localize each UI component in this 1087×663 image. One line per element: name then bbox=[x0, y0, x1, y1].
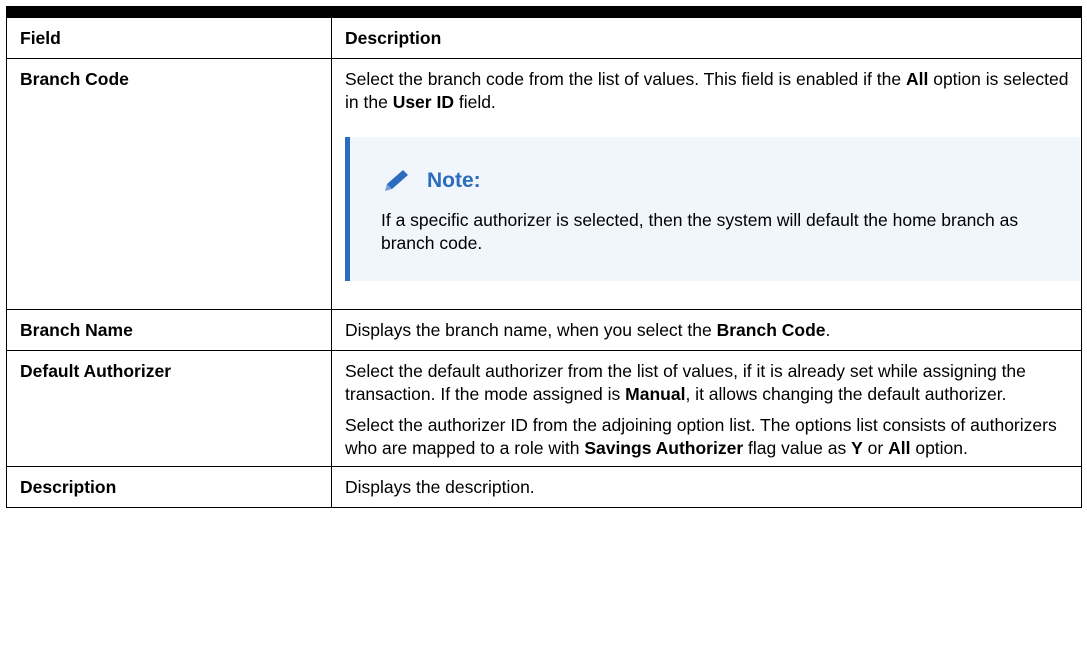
note-heading: Note: bbox=[381, 167, 1060, 193]
description-paragraph: Select the authorizer ID from the adjoin… bbox=[345, 414, 1075, 460]
description-text: flag value as bbox=[743, 438, 852, 458]
description-text: field. bbox=[453, 92, 496, 112]
table-row: Description Displays the description. bbox=[6, 466, 1082, 508]
description-text: . bbox=[825, 320, 831, 340]
description-emphasis: Manual bbox=[625, 384, 686, 404]
table-header-row: Field Description bbox=[6, 11, 1082, 59]
note-body: If a specific authorizer is selected, th… bbox=[381, 210, 1019, 253]
field-name: Branch Code bbox=[6, 58, 332, 310]
description-paragraph: Select the branch code from the list of … bbox=[345, 68, 1075, 114]
description-text: Displays the branch name, when you selec… bbox=[345, 320, 717, 340]
field-name: Branch Name bbox=[6, 309, 332, 351]
table-row: Branch Name Displays the branch name, wh… bbox=[6, 309, 1082, 351]
field-description: Select the branch code from the list of … bbox=[331, 58, 1082, 310]
description-emphasis: Y bbox=[851, 438, 863, 458]
field-description-table: Field Description Branch Code Select the… bbox=[6, 6, 1082, 508]
table-row: Default Authorizer Select the default au… bbox=[6, 350, 1082, 467]
description-emphasis: All bbox=[888, 438, 911, 458]
description-emphasis: User ID bbox=[392, 92, 454, 112]
field-description: Select the default authorizer from the l… bbox=[331, 350, 1082, 467]
column-header-field: Field bbox=[6, 11, 332, 59]
pencil-icon bbox=[385, 170, 408, 191]
field-name: Description bbox=[6, 466, 332, 508]
description-text: option. bbox=[910, 438, 968, 458]
description-paragraph: Select the default authorizer from the l… bbox=[345, 360, 1075, 406]
column-header-description: Description bbox=[331, 11, 1082, 59]
description-emphasis: All bbox=[905, 69, 929, 89]
table-row: Branch Code Select the branch code from … bbox=[6, 58, 1082, 310]
note-title: Note: bbox=[427, 168, 481, 192]
description-emphasis: Branch Code bbox=[716, 320, 826, 340]
description-emphasis: Savings Authorizer bbox=[584, 438, 744, 458]
field-name: Default Authorizer bbox=[6, 350, 332, 467]
note-callout: Note: If a specific authorizer is select… bbox=[345, 137, 1080, 281]
description-text: Select the branch code from the list of … bbox=[345, 69, 906, 89]
description-text: , it allows changing the default authori… bbox=[685, 384, 1007, 404]
description-text: or bbox=[862, 438, 889, 458]
field-description: Displays the description. bbox=[331, 466, 1082, 508]
field-description: Displays the branch name, when you selec… bbox=[331, 309, 1082, 351]
